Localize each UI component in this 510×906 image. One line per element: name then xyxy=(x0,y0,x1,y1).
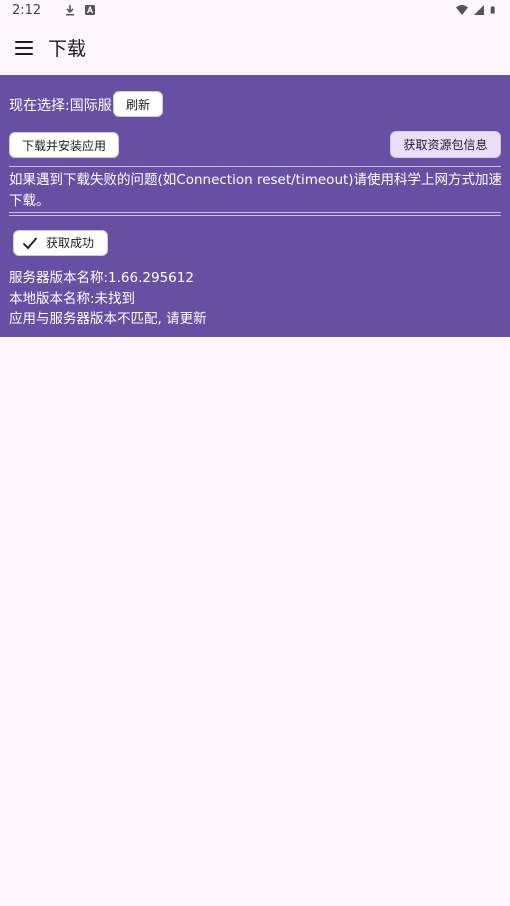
version-info: 服务器版本名称:1.66.295612 本地版本名称:未找到 应用与服务器版本不… xyxy=(9,268,207,330)
fetch-success-label: 获取成功 xyxy=(46,236,95,250)
a-icon xyxy=(85,5,95,15)
divider xyxy=(9,212,501,213)
fetch-success-chip[interactable]: 获取成功 xyxy=(13,230,108,256)
refresh-button[interactable]: 刷新 xyxy=(113,91,163,117)
fetch-resource-info-button[interactable]: 获取资源包信息 xyxy=(390,131,501,158)
check-icon xyxy=(22,237,38,250)
server-selection-label: 现在选择:国际服 xyxy=(9,98,112,114)
download-notice: 如果遇到下载失败的问题(如Connection reset/timeout)请使… xyxy=(9,172,503,209)
local-version-text: 本地版本名称:未找到 xyxy=(9,290,136,307)
app-bar: 下载 xyxy=(0,22,510,74)
status-bar: 2:12 xyxy=(0,0,510,22)
battery-icon xyxy=(490,6,495,14)
download-icon xyxy=(66,5,74,16)
status-left-icons xyxy=(64,4,96,16)
divider xyxy=(9,215,501,216)
menu-icon[interactable] xyxy=(10,35,38,61)
status-right-icons xyxy=(456,4,498,16)
cell-signal-icon xyxy=(474,5,484,15)
status-time: 2:12 xyxy=(12,3,42,18)
version-mismatch-text: 应用与服务器版本不匹配, 请更新 xyxy=(9,311,207,327)
download-install-button[interactable]: 下载并安装应用 xyxy=(9,132,119,158)
divider xyxy=(9,166,501,167)
server-version-text: 服务器版本名称:1.66.295612 xyxy=(9,270,194,286)
download-panel: 现在选择:国际服 刷新 下载并安装应用 获取资源包信息 如果遇到下载失败的问题(… xyxy=(0,75,510,337)
wifi-icon xyxy=(456,5,468,15)
page-title: 下载 xyxy=(48,38,87,60)
